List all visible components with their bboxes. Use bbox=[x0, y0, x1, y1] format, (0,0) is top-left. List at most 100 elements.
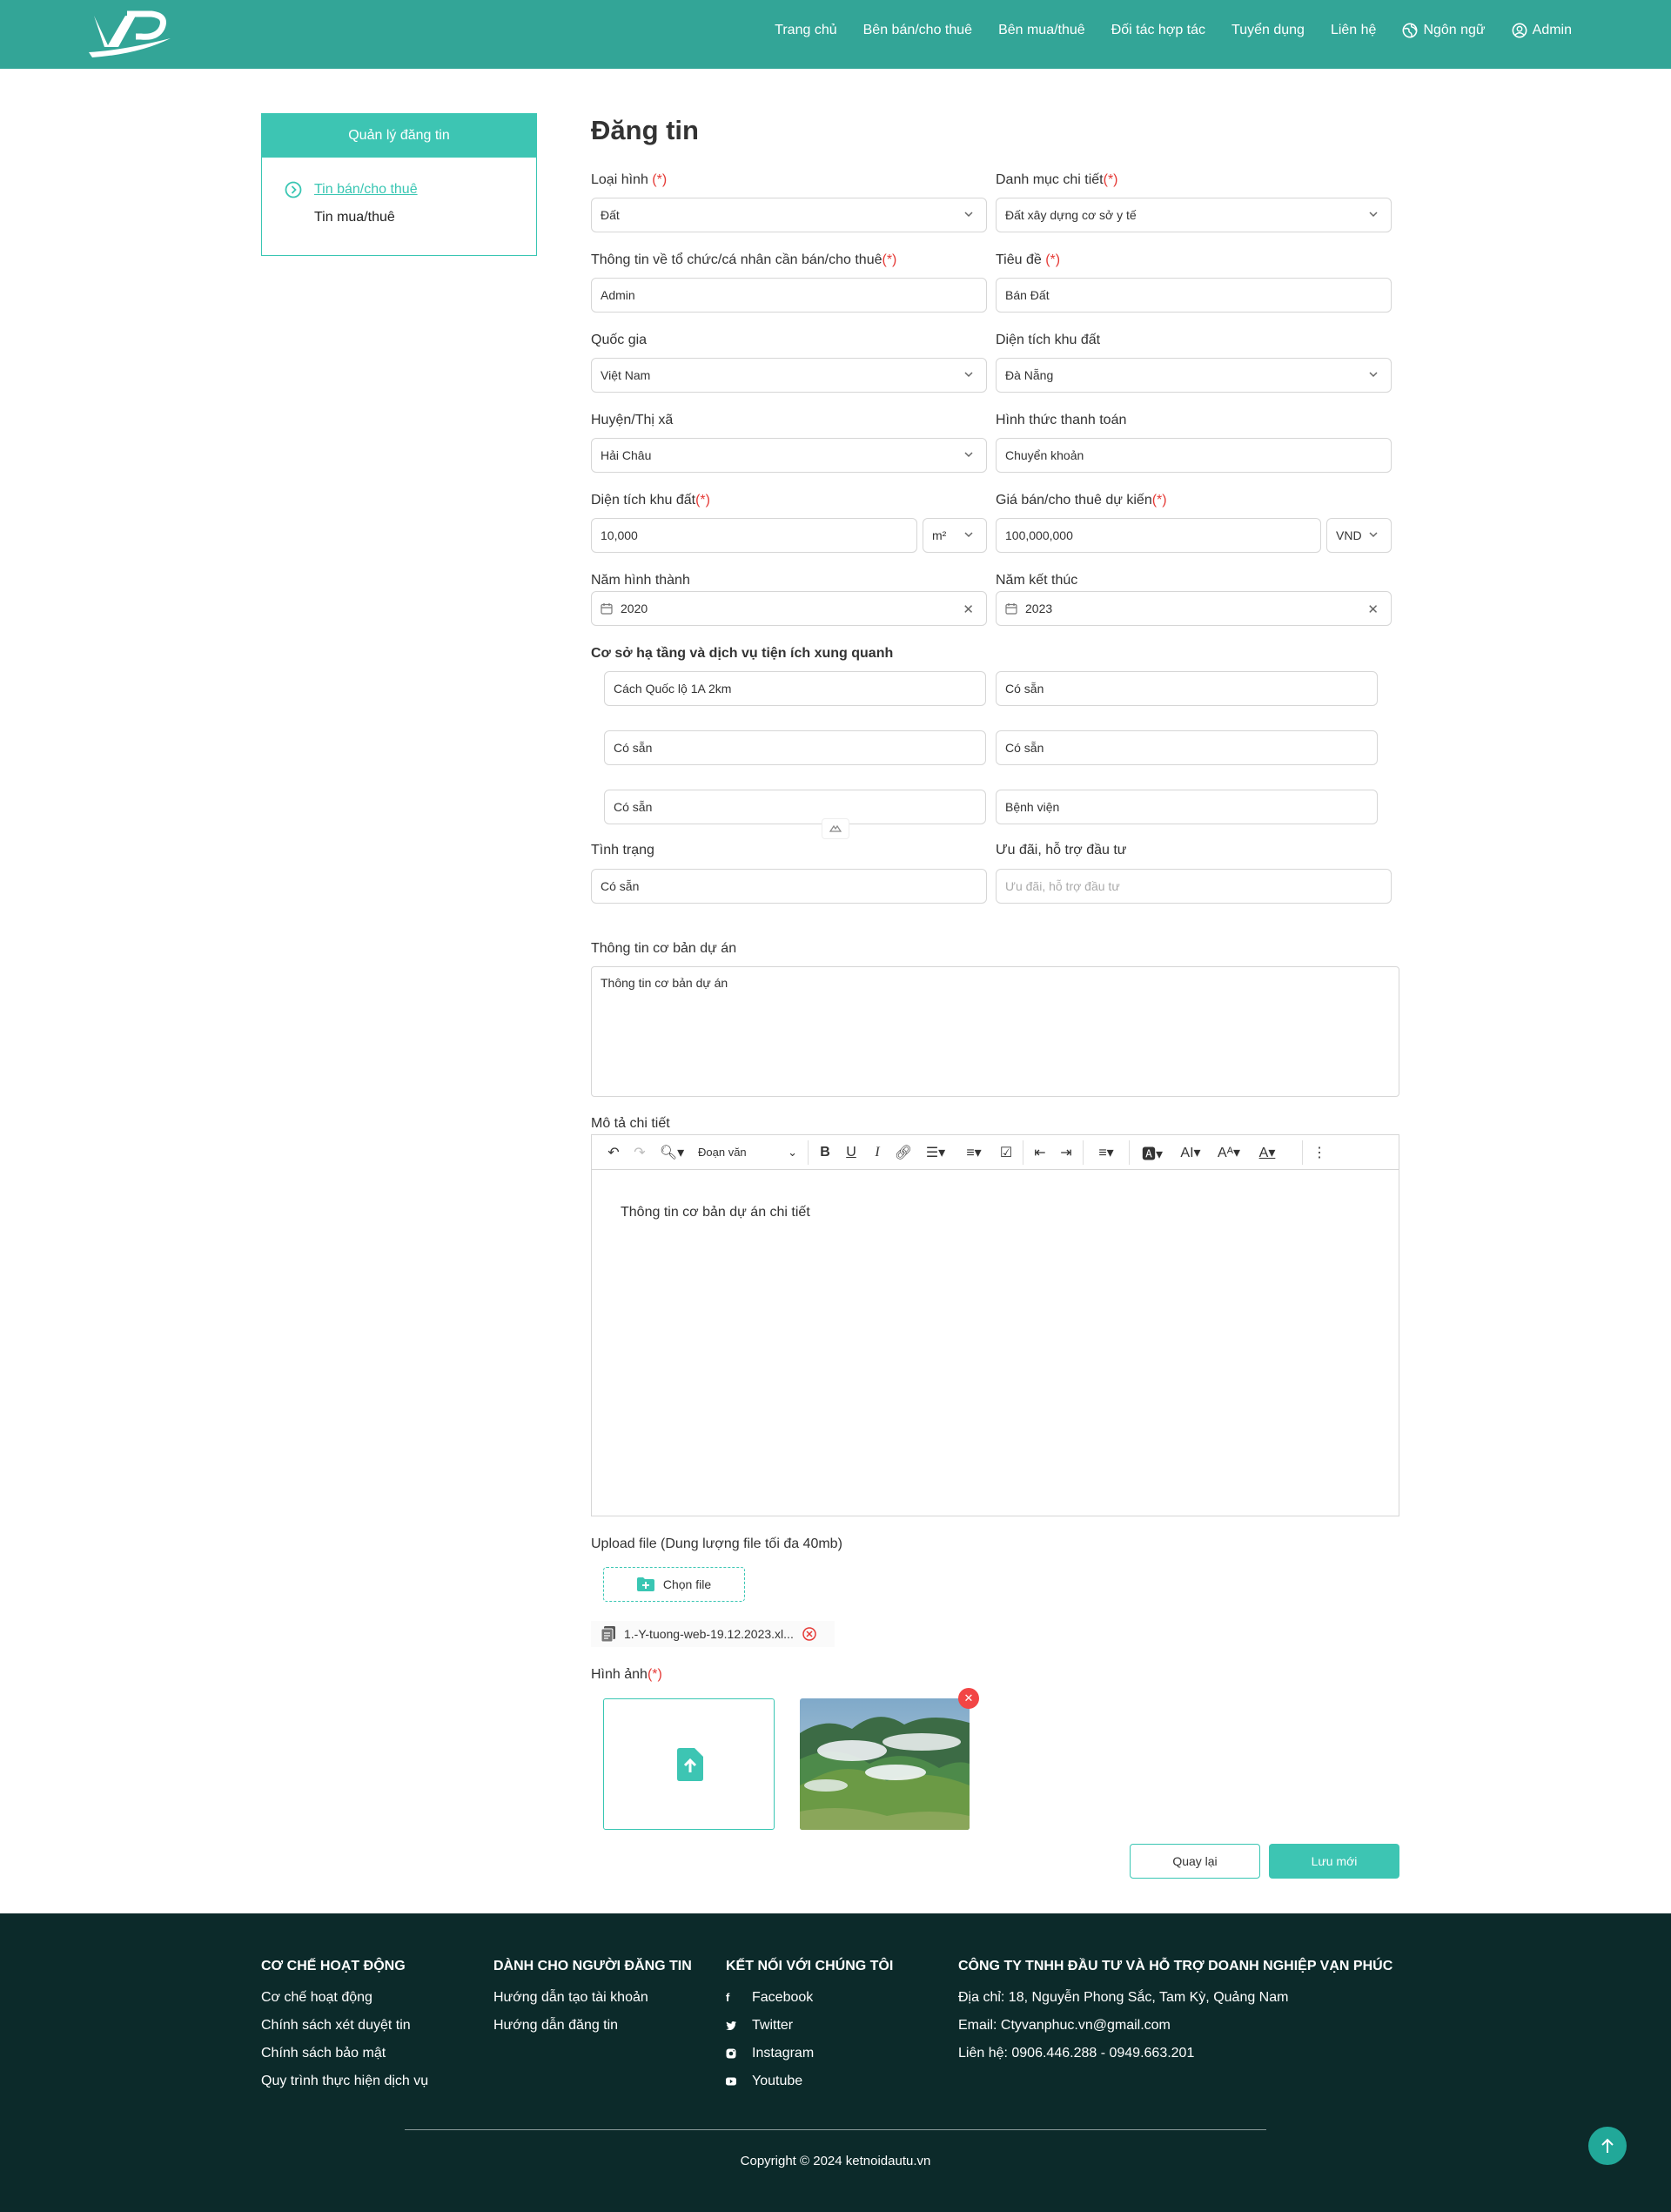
huyen-label: Huyện/Thị xã bbox=[591, 413, 674, 427]
nav-buyer[interactable]: Bên mua/thuê bbox=[998, 23, 1085, 38]
vp-logo[interactable] bbox=[87, 9, 174, 57]
editor-toolbar: ↶ ↷ 🔍︎▾ Đoạn văn ⌄ B U I 🔗︎ ☰▾ ≡▾ ☑ ⇤ ⇥ ≡… bbox=[592, 1135, 1399, 1170]
nam-ket-thuc-picker[interactable]: 2023 ✕ bbox=[996, 591, 1392, 626]
company-email: Email: Ctyvanphuc.vn@gmail.com bbox=[958, 2017, 1171, 2033]
footer-col-title: Dành cho người đăng tin bbox=[493, 1959, 692, 1973]
footer-divider bbox=[405, 2129, 1266, 2130]
language-label: Ngôn ngữ bbox=[1423, 23, 1486, 37]
co-so-ha-tang-input-3[interactable]: Có sẵn bbox=[604, 730, 986, 765]
danh-muc-label: Danh mục chi tiết(*) bbox=[996, 172, 1118, 187]
save-button[interactable]: Lưu mới bbox=[1269, 1844, 1399, 1879]
company-name: Công ty TNHH đầu tư và hỗ trợ doanh nghi… bbox=[958, 1959, 1393, 1973]
thong-tin-co-ban-textarea[interactable]: Thông tin cơ bản dự án bbox=[591, 966, 1399, 1097]
user-menu[interactable]: Admin bbox=[1512, 23, 1572, 38]
nav-contact[interactable]: Liên hệ bbox=[1331, 23, 1377, 38]
dien-tich-unit-select[interactable]: m² bbox=[923, 518, 987, 553]
toolbar-divider bbox=[1302, 1140, 1303, 1165]
co-so-ha-tang-input-6[interactable]: Bệnh viện bbox=[996, 790, 1378, 824]
todo-list-icon[interactable]: ☑ bbox=[993, 1140, 1019, 1165]
clear-icon[interactable]: ✕ bbox=[963, 602, 974, 617]
scroll-to-top-button[interactable] bbox=[1588, 2127, 1627, 2165]
footer: Cơ chế hoạt động Cơ chế hoạt động Chính … bbox=[0, 1913, 1671, 2212]
currency-select[interactable]: VND bbox=[1326, 518, 1392, 553]
dien-tich-input[interactable]: 10,000 bbox=[591, 518, 917, 553]
bold-icon[interactable]: B bbox=[812, 1140, 838, 1165]
co-so-ha-tang-input-4[interactable]: Có sẵn bbox=[996, 730, 1378, 765]
folder-add-icon bbox=[636, 1577, 654, 1591]
footer-link[interactable]: Cơ chế hoạt động bbox=[261, 1990, 428, 2005]
instagram-link[interactable]: Instagram bbox=[726, 2046, 893, 2061]
back-button[interactable]: Quay lại bbox=[1130, 1844, 1260, 1879]
globe-icon bbox=[1402, 23, 1418, 38]
font-family-icon[interactable]: Aᴬ▾ bbox=[1210, 1140, 1248, 1165]
remove-image-icon[interactable]: ✕ bbox=[958, 1688, 979, 1709]
co-so-ha-tang-input-2[interactable]: Có sẵn bbox=[996, 671, 1378, 706]
quoc-gia-select[interactable]: Việt Nam bbox=[591, 358, 987, 393]
outdent-icon[interactable]: ⇤ bbox=[1027, 1140, 1053, 1165]
facebook-link[interactable]: f Facebook bbox=[726, 1990, 893, 2005]
sidebar-item-buy-rent[interactable]: Tin mua/thuê bbox=[314, 210, 395, 225]
footer-col-posters: Dành cho người đăng tin Hướng dẫn tạo tà… bbox=[493, 1959, 692, 2046]
clear-icon[interactable]: ✕ bbox=[1367, 602, 1379, 617]
tinh-trang-label: Tình trạng bbox=[591, 843, 654, 857]
paragraph-style-select[interactable]: Đoạn văn ⌄ bbox=[691, 1140, 804, 1165]
tinh-trang-input[interactable]: Có sẵn bbox=[591, 869, 987, 904]
gia-ban-label: Giá bán/cho thuê dự kiến(*) bbox=[996, 493, 1167, 508]
sidebar-item-sell-rent[interactable]: Tin bán/cho thuê bbox=[314, 182, 418, 198]
co-so-ha-tang-input-5[interactable]: Có sẵn bbox=[604, 790, 986, 824]
redo-icon[interactable]: ↷ bbox=[627, 1140, 653, 1165]
footer-link[interactable]: Quy trình thực hiện dịch vụ bbox=[261, 2074, 428, 2088]
remove-file-icon[interactable] bbox=[802, 1627, 816, 1641]
huyen-select[interactable]: Hải Châu bbox=[591, 438, 987, 473]
nav-seller[interactable]: Bên bán/cho thuê bbox=[863, 23, 972, 38]
more-options-icon[interactable]: ⋮ bbox=[1306, 1140, 1332, 1165]
calendar-icon bbox=[1005, 603, 1017, 615]
bulleted-list-icon[interactable]: ☰▾ bbox=[916, 1140, 955, 1165]
underline-icon[interactable]: U bbox=[838, 1140, 864, 1165]
collapse-toggle[interactable] bbox=[822, 818, 849, 839]
nav-partners[interactable]: Đối tác hợp tác bbox=[1111, 23, 1205, 38]
danh-muc-select[interactable]: Đất xây dựng cơ sở y tế bbox=[996, 198, 1392, 232]
tieu-de-input[interactable]: Bán Đất bbox=[996, 278, 1392, 313]
thong-tin-co-ban-label: Thông tin cơ bản dự án bbox=[591, 941, 737, 956]
youtube-link[interactable]: Youtube bbox=[726, 2074, 893, 2088]
hinh-thuc-thanh-toan-input[interactable]: Chuyển khoản bbox=[996, 438, 1392, 473]
highlight-icon[interactable]: 🅰︎▾ bbox=[1133, 1140, 1171, 1165]
facebook-icon: f bbox=[726, 1991, 730, 2004]
top-header: Trang chủ Bên bán/cho thuê Bên mua/thuê … bbox=[0, 0, 1671, 69]
indent-icon[interactable]: ⇥ bbox=[1053, 1140, 1079, 1165]
numbered-list-icon[interactable]: ≡▾ bbox=[955, 1140, 993, 1165]
find-replace-icon[interactable]: 🔍︎▾ bbox=[653, 1140, 691, 1165]
co-so-ha-tang-input-1[interactable]: Cách Quốc lộ 1A 2km bbox=[604, 671, 986, 706]
footer-link[interactable]: Chính sách bảo mật bbox=[261, 2046, 428, 2061]
nam-hinh-thanh-label: Năm hình thành bbox=[591, 573, 690, 588]
loai-hinh-select[interactable]: Đất bbox=[591, 198, 987, 232]
link-icon[interactable]: 🔗︎ bbox=[890, 1140, 916, 1165]
footer-link[interactable]: Hướng dẫn tạo tài khoản bbox=[493, 1990, 692, 2005]
italic-icon[interactable]: I bbox=[864, 1140, 890, 1165]
footer-link[interactable]: Chính sách xét duyệt tin bbox=[261, 2018, 428, 2033]
sidebar-title: Quản lý đăng tin bbox=[262, 114, 536, 158]
nam-hinh-thanh-picker[interactable]: 2020 ✕ bbox=[591, 591, 987, 626]
uu-dai-input[interactable]: Ưu đãi, hỗ trợ đầu tư bbox=[996, 869, 1392, 904]
language-menu[interactable]: Ngôn ngữ bbox=[1402, 23, 1486, 38]
image-upload-box[interactable] bbox=[603, 1698, 775, 1830]
user-icon bbox=[1512, 23, 1527, 38]
tinh-thanh-select[interactable]: Đà Nẵng bbox=[996, 358, 1392, 393]
twitter-link[interactable]: Twitter bbox=[726, 2018, 893, 2033]
thong-tin-to-chuc-input[interactable]: Admin bbox=[591, 278, 987, 313]
nav-home[interactable]: Trang chủ bbox=[775, 23, 836, 38]
gia-ban-input[interactable]: 100,000,000 bbox=[996, 518, 1321, 553]
nav-careers[interactable]: Tuyển dụng bbox=[1231, 23, 1305, 38]
chevron-down-icon bbox=[964, 532, 973, 538]
font-size-icon[interactable]: AI▾ bbox=[1171, 1140, 1210, 1165]
footer-col-mechanism: Cơ chế hoạt động Cơ chế hoạt động Chính … bbox=[261, 1959, 428, 2101]
font-color-icon[interactable]: A▾ bbox=[1248, 1140, 1286, 1165]
undo-icon[interactable]: ↶ bbox=[601, 1140, 627, 1165]
choose-file-button[interactable]: Chọn file bbox=[603, 1567, 745, 1602]
footer-link[interactable]: Hướng dẫn đăng tin bbox=[493, 2018, 692, 2033]
editor-content[interactable]: Thông tin cơ bản dự án chi tiết bbox=[592, 1170, 1399, 1255]
align-icon[interactable]: ≡▾ bbox=[1087, 1140, 1125, 1165]
uu-dai-label: Ưu đãi, hỗ trợ đầu tư bbox=[996, 843, 1127, 857]
chevron-down-icon bbox=[964, 372, 973, 378]
